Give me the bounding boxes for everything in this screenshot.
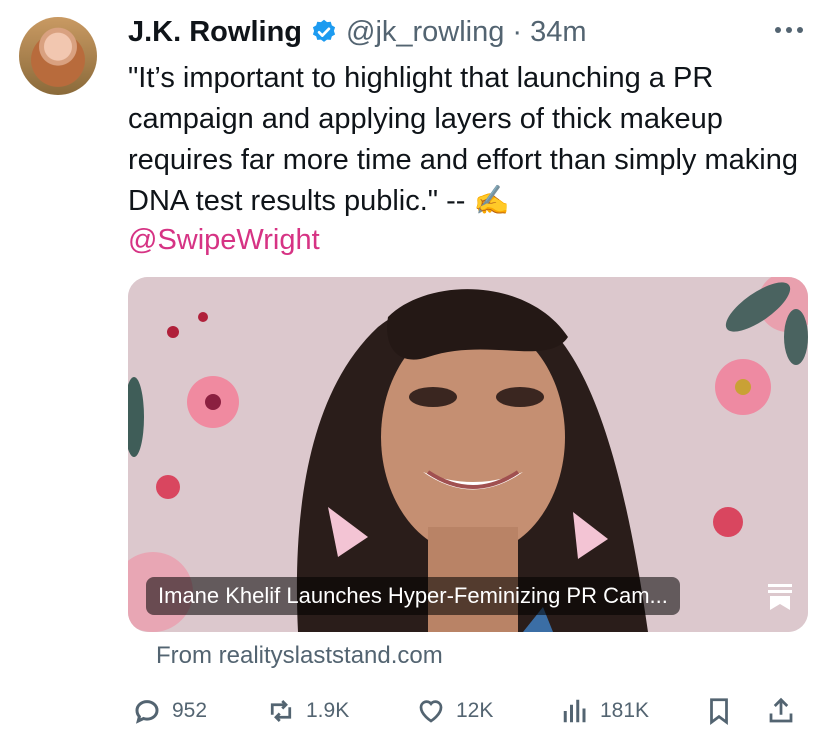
- retweet-action[interactable]: 1.9K: [266, 690, 349, 732]
- tweet-text: "It’s important to highlight that launch…: [128, 62, 798, 217]
- author-name[interactable]: J.K. Rowling: [128, 16, 302, 49]
- reply-count: 952: [172, 699, 208, 722]
- mention-link[interactable]: @SwipeWright: [128, 222, 320, 258]
- bookmark-icon: [710, 698, 728, 725]
- reply-icon: [135, 700, 159, 724]
- share-icon: [769, 697, 793, 723]
- author-avatar[interactable]: [19, 17, 97, 95]
- card-title[interactable]: Imane Khelif Launches Hyper-Feminizing P…: [146, 577, 680, 615]
- retweet-icon: [270, 700, 292, 722]
- action-bar: 952 1.9K 12K 181K: [128, 690, 818, 732]
- like-count: 12K: [456, 699, 494, 722]
- more-icon[interactable]: [772, 20, 806, 40]
- views-icon: [563, 699, 586, 723]
- author-handle[interactable]: @jk_rowling: [346, 16, 504, 49]
- bookmark-action[interactable]: [704, 690, 734, 732]
- verified-badge-icon[interactable]: [310, 18, 338, 46]
- reply-action[interactable]: 952: [132, 690, 207, 732]
- tweet-timestamp[interactable]: 34m: [530, 16, 586, 49]
- like-action[interactable]: 12K: [416, 690, 493, 732]
- share-action[interactable]: [766, 690, 796, 732]
- card-source[interactable]: From realityslaststand.com: [156, 642, 443, 670]
- like-icon: [419, 700, 443, 723]
- views-count: 181K: [600, 699, 650, 722]
- retweet-count: 1.9K: [306, 699, 350, 722]
- separator-dot: ·: [512, 15, 523, 48]
- views-action[interactable]: 181K: [560, 690, 649, 732]
- tweet-header: J.K. Rowling @jk_rowling · 34m: [128, 12, 586, 52]
- card-article-icon: [768, 584, 792, 610]
